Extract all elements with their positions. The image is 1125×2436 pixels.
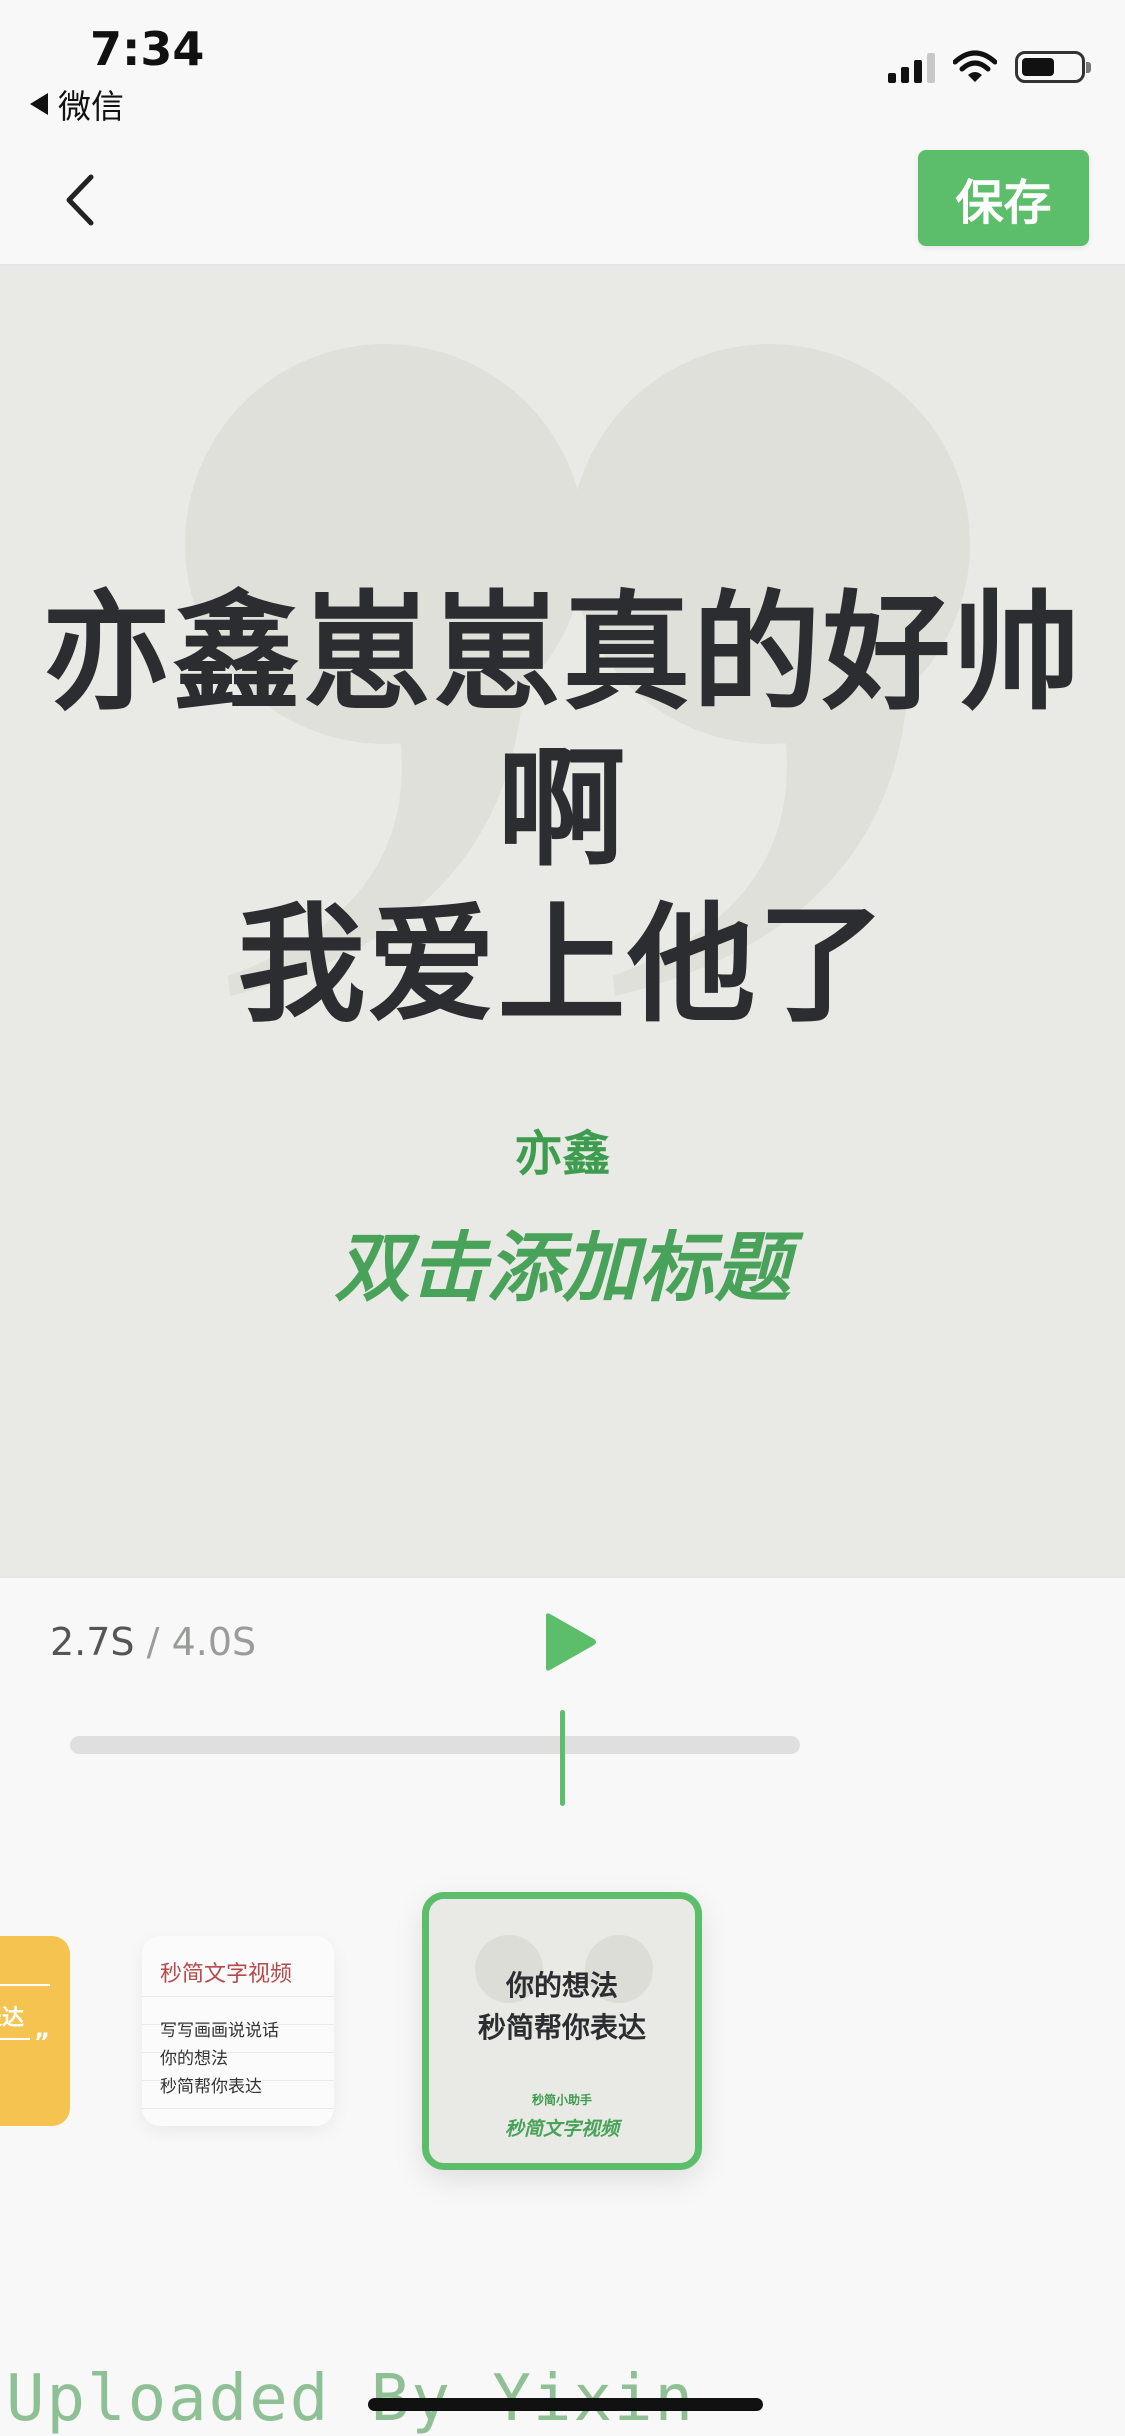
timeline-cursor[interactable] <box>560 1710 566 1806</box>
title-placeholder[interactable]: 双击添加标题 <box>0 1206 1125 1316</box>
preview-headline[interactable]: 亦鑫崽崽真的好帅啊 我爱上他了 <box>0 576 1125 1044</box>
total-time: 4.0S <box>171 1620 257 1664</box>
current-time: 2.7S <box>50 1620 135 1664</box>
template-handwritten-line-2: 你的想法 <box>160 2049 228 2069</box>
playback-time: 2.7S / 4.0S <box>50 1620 256 1664</box>
save-button[interactable]: 保存 <box>918 150 1089 246</box>
template-quote-title: 秒简文字视频 <box>504 2118 619 2140</box>
back-triangle-icon <box>30 93 48 115</box>
template-handwritten-title: 秒简文字视频 <box>160 1962 293 1987</box>
time-separator: / <box>146 1620 160 1664</box>
home-indicator[interactable] <box>368 2398 763 2411</box>
back-to-wechat[interactable]: 微信 <box>30 80 124 128</box>
play-icon[interactable] <box>540 1610 600 1675</box>
template-yellow-text: 表达 <box>0 2006 25 2031</box>
template-yellow[interactable]: 表达 ” <box>0 1936 70 2126</box>
wifi-icon <box>953 50 997 82</box>
video-preview[interactable]: 亦鑫崽崽真的好帅啊 我爱上他了 亦鑫 双击添加标题 <box>0 266 1125 1576</box>
template-quote-selected[interactable]: 你的想法 秒简帮你表达 秒简小助手 秒简文字视频 <box>422 1892 702 2170</box>
headline-line-1: 亦鑫崽崽真的好帅啊 <box>42 579 1083 884</box>
template-handwritten-line-3: 秒简帮你表达 <box>160 2077 262 2097</box>
author-label[interactable]: 亦鑫 <box>0 1114 1125 1184</box>
template-handwritten[interactable]: 秒简文字视频 写写画画说说话 你的想法 秒简帮你表达 <box>142 1936 334 2126</box>
template-quote-author: 秒简小助手 <box>531 2093 592 2107</box>
back-app-label: 微信 <box>58 87 124 126</box>
quote-glyph-icon: ” <box>34 2028 50 2056</box>
template-quote-headline: 你的想法 秒简帮你表达 <box>429 1965 695 2049</box>
template-quote-line-1: 你的想法 <box>505 1969 618 2002</box>
preview-divider <box>0 1576 1125 1578</box>
template-handwritten-line-1: 写写画画说说话 <box>160 2021 279 2041</box>
battery-icon <box>1015 51 1091 83</box>
timeline-track[interactable] <box>70 1736 800 1754</box>
headline-line-2: 我爱上他了 <box>237 891 888 1040</box>
chevron-left-icon[interactable] <box>55 165 115 235</box>
template-quote-line-2: 秒简帮你表达 <box>477 2011 646 2044</box>
cellular-signal-icon <box>888 51 935 83</box>
status-icons <box>888 50 1091 84</box>
status-time: 7:34 <box>90 22 205 76</box>
